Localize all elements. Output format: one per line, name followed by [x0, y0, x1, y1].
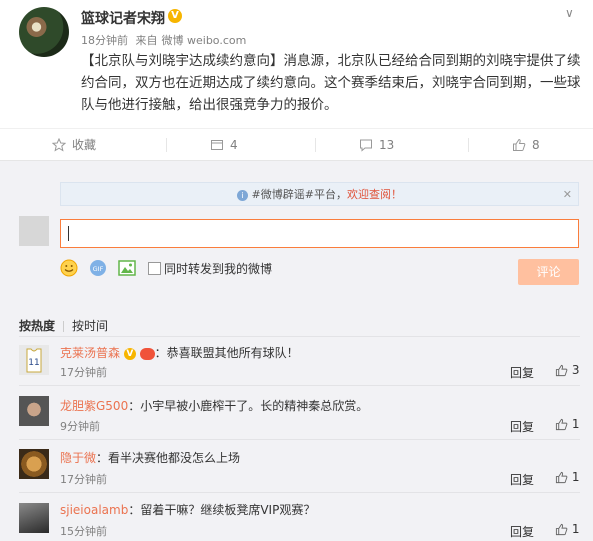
divider: [63, 321, 65, 332]
rumor-notice: i #微博辟谣#平台，欢迎查阅！ ✕: [60, 182, 579, 206]
star-icon: [52, 138, 66, 152]
avatar[interactable]: [19, 449, 49, 479]
comment-text: sjieioalamb：留着干嘛？继续板凳席VIP观赛？: [60, 501, 315, 518]
post-meta: 18分钟前 来自 微博 weibo.com: [81, 32, 250, 48]
comment-like-count: 1: [571, 522, 580, 536]
submit-comment-button[interactable]: 评论: [518, 259, 579, 285]
chevron-down-icon[interactable]: ∨: [565, 6, 574, 20]
divider: [315, 138, 316, 152]
author-avatar[interactable]: [19, 7, 69, 57]
divider: [19, 336, 580, 337]
author-name[interactable]: 篮球记者宋翔: [81, 8, 165, 28]
comment-like-count: 1: [571, 470, 580, 484]
comment-text: 克莱汤普森 V ：恭喜联盟其他所有球队！: [60, 344, 299, 361]
sort-by-hot[interactable]: 按热度: [19, 319, 55, 333]
comment-input[interactable]: [60, 219, 579, 248]
commenter-name[interactable]: 龙胆紫G500: [60, 399, 128, 413]
sort-by-time[interactable]: 按时间: [72, 319, 108, 333]
reply-button[interactable]: 回复: [510, 523, 534, 540]
source-prefix: 来自: [135, 34, 158, 47]
comment-time: 17分钟前: [60, 473, 107, 486]
comment-icon: [360, 139, 372, 152]
repost-button[interactable]: 4: [166, 129, 238, 161]
comment-text: 隐于微：看半决赛他都没怎么上场: [60, 449, 240, 466]
divider: [468, 138, 469, 152]
svg-text:GIF: GIF: [93, 265, 104, 273]
my-avatar: [19, 216, 49, 246]
verified-badge-icon: V: [168, 9, 182, 23]
divider: [19, 385, 580, 386]
close-icon[interactable]: ✕: [563, 183, 572, 207]
jersey-icon: 11: [26, 348, 42, 373]
comment-count: 13: [379, 138, 395, 152]
like-button[interactable]: 8: [468, 129, 540, 161]
reply-button[interactable]: 回复: [510, 364, 534, 381]
divider: [19, 439, 580, 440]
text-cursor: [68, 226, 69, 241]
avatar[interactable]: [19, 503, 49, 533]
comment-time: 17分钟前: [60, 366, 107, 379]
comment-time: 9分钟前: [60, 420, 100, 433]
comment-body: ：留着干嘛？继续板凳席VIP观赛？: [128, 503, 316, 517]
comment-button[interactable]: 13: [315, 129, 395, 161]
thumbs-up-icon: [555, 471, 568, 484]
comment-like-button[interactable]: 3: [555, 363, 579, 377]
comment-like-button[interactable]: 1: [555, 470, 579, 484]
thumbs-up-icon: [555, 523, 568, 536]
commenter-name[interactable]: sjieioalamb: [60, 503, 128, 517]
post-source[interactable]: 微博 weibo.com: [162, 34, 247, 47]
vip-icon: [139, 347, 155, 360]
favorite-button[interactable]: 收藏: [52, 129, 96, 161]
avatar[interactable]: 11: [19, 345, 49, 375]
sync-repost-checkbox[interactable]: [148, 262, 161, 275]
divider: [19, 492, 580, 493]
image-icon[interactable]: [118, 259, 136, 277]
info-icon: i: [237, 189, 249, 201]
comment-body: ：看半决赛他都没怎么上场: [96, 451, 241, 465]
reply-button[interactable]: 回复: [510, 471, 534, 488]
verified-badge-icon: V: [123, 347, 136, 360]
gif-icon[interactable]: GIF: [89, 259, 107, 277]
svg-text:11: 11: [28, 358, 39, 368]
avatar[interactable]: [19, 396, 49, 426]
post-text: 【北京队与刘晓宇达成续约意向】消息源，北京队已经给合同到期的刘晓宇提供了续约合同…: [81, 53, 581, 113]
notice-highlight[interactable]: 欢迎查阅！: [347, 188, 402, 201]
thumbs-up-icon: [555, 364, 568, 377]
comment-body: ：恭喜联盟其他所有球队！: [154, 346, 299, 360]
thumbs-up-icon: [513, 138, 526, 151]
comment-like-count: 1: [571, 417, 580, 431]
notice-prefix[interactable]: #微博辟谣#平台，: [252, 188, 347, 201]
comment-body: ：小宇早被小鹿榨干了。长的精神秦总欣赏。: [128, 399, 369, 413]
repost-icon: [211, 140, 223, 150]
post-time[interactable]: 18分钟前: [81, 34, 128, 47]
thumbs-up-icon: [555, 418, 568, 431]
sync-repost-label[interactable]: 同时转发到我的微博: [164, 260, 272, 277]
repost-count: 4: [230, 138, 238, 152]
comment-like-button[interactable]: 1: [555, 417, 579, 431]
reply-button[interactable]: 回复: [510, 418, 534, 435]
comment-time: 15分钟前: [60, 525, 107, 538]
commenter-name[interactable]: 克莱汤普森: [60, 346, 120, 360]
commenter-name[interactable]: 隐于微: [60, 451, 96, 465]
like-count: 8: [532, 138, 540, 152]
comment-like-count: 3: [571, 363, 580, 377]
post-action-bar: 收藏 4 13 8: [0, 128, 593, 161]
divider: [166, 138, 167, 152]
comment-like-button[interactable]: 1: [555, 522, 579, 536]
favorite-label: 收藏: [72, 138, 97, 152]
emoji-icon[interactable]: [60, 259, 78, 277]
comment-text: 龙胆紫G500：小宇早被小鹿榨干了。长的精神秦总欣赏。: [60, 397, 368, 414]
sort-bar: 按热度 按时间: [19, 317, 108, 334]
